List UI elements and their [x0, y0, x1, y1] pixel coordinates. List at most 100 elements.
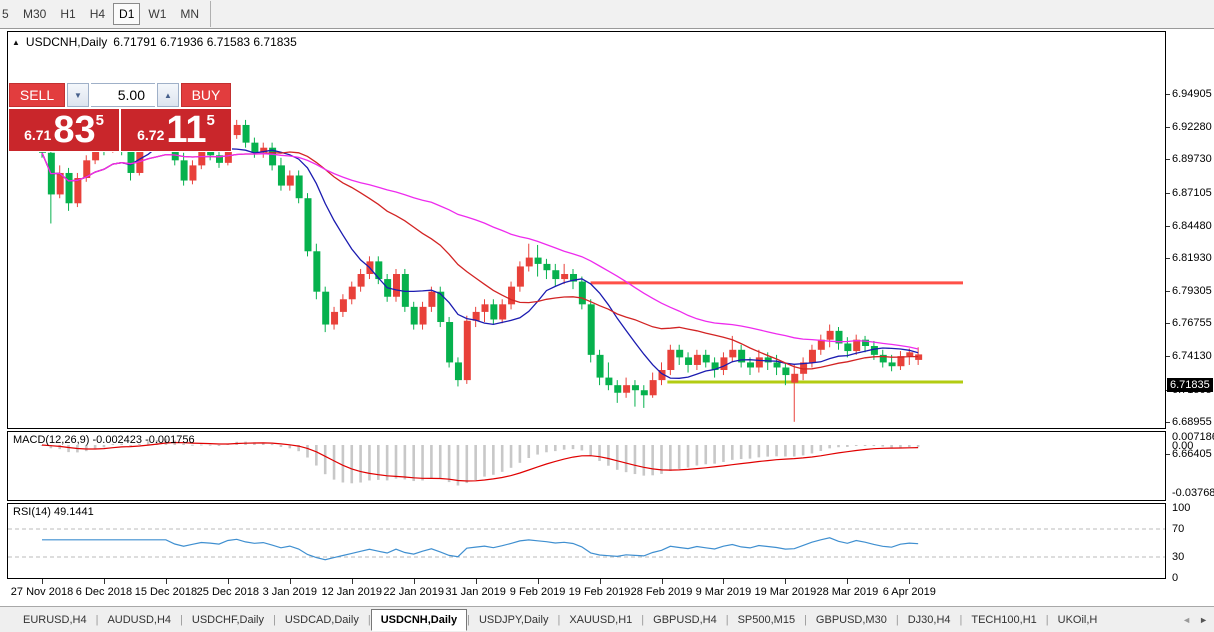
- candle-body: [313, 251, 320, 291]
- macd-indicator-panel[interactable]: MACD(12,26,9) -0.002423 -0.001756: [7, 431, 1166, 501]
- rsi-label: RSI(14) 49.1441: [13, 506, 94, 518]
- candle-body: [305, 198, 312, 251]
- chart-tab-tech100-h1[interactable]: TECH100,H1: [962, 610, 1045, 630]
- buy-price-button[interactable]: 6.72 11 5: [121, 109, 231, 151]
- chart-tab-usdjpy-daily[interactable]: USDJPY,Daily: [470, 610, 558, 630]
- date-axis-label: 15 Dec 2018: [135, 586, 197, 598]
- candle-body: [597, 355, 604, 378]
- price-axis-tick: [1166, 159, 1170, 160]
- buy-price-figure: 6.72: [137, 127, 164, 143]
- candle-body: [809, 350, 816, 363]
- date-axis-tick: [228, 579, 229, 584]
- macd-histogram-bar: [811, 445, 814, 453]
- date-axis-label: 19 Mar 2019: [755, 586, 817, 598]
- macd-histogram-bar: [545, 445, 548, 452]
- date-axis-tick: [476, 579, 477, 584]
- macd-histogram-bar: [881, 445, 884, 447]
- macd-histogram-bar: [333, 445, 336, 480]
- macd-histogram-bar: [439, 445, 442, 479]
- mt4-application-window: 5M30H1H4D1W1MN ▲ USDCNH,Daily 6.71791 6.…: [0, 0, 1214, 632]
- date-axis-tick: [104, 579, 105, 584]
- macd-histogram-bar: [802, 445, 805, 455]
- buy-price-pips: 11: [166, 111, 206, 149]
- candle-body: [791, 374, 798, 383]
- candle-body: [871, 346, 878, 355]
- period-button-H1[interactable]: H1: [54, 3, 81, 25]
- macd-histogram-bar: [430, 445, 433, 479]
- macd-histogram-bar: [536, 445, 539, 455]
- date-axis-label: 19 Feb 2019: [569, 586, 631, 598]
- price-axis-value: 6.76755: [1172, 317, 1212, 329]
- candle-body: [694, 355, 701, 365]
- sell-price-figure: 6.71: [24, 127, 51, 143]
- macd-axis-value: 0.00: [1172, 440, 1193, 452]
- macd-histogram-bar: [625, 445, 628, 472]
- candle-body: [411, 307, 418, 325]
- macd-histogram-bar: [395, 445, 398, 479]
- chart-symbol-label: USDCNH,Daily: [26, 35, 107, 49]
- candle-body: [198, 150, 205, 165]
- period-button-M30[interactable]: M30: [17, 3, 52, 25]
- volume-decrease-button[interactable]: ▼: [67, 83, 89, 107]
- toolbar-separator: [210, 1, 211, 27]
- chart-tab-usdcad-daily[interactable]: USDCAD,Daily: [276, 610, 368, 630]
- macd-histogram-bar: [350, 445, 353, 483]
- volume-input[interactable]: 5.00: [91, 83, 155, 107]
- macd-histogram-bar: [616, 445, 619, 470]
- macd-histogram-bar: [342, 445, 345, 482]
- macd-histogram-bar: [67, 445, 70, 452]
- chart-tab-dj30-h4[interactable]: DJ30,H4: [899, 610, 960, 630]
- tab-scroll-controls: ◄ ►: [1182, 615, 1214, 625]
- candle-body: [296, 175, 303, 198]
- candle-body: [243, 125, 250, 143]
- sell-price-button[interactable]: 6.71 83 5: [9, 109, 119, 151]
- period-button-H4[interactable]: H4: [84, 3, 111, 25]
- date-axis-label: 9 Feb 2019: [510, 586, 566, 598]
- macd-histogram-bar: [634, 445, 637, 474]
- date-axis-tick: [414, 579, 415, 584]
- candle-body: [614, 385, 621, 393]
- macd-histogram-bar: [474, 445, 477, 480]
- scroll-tabs-left-icon[interactable]: ◄: [1182, 615, 1191, 625]
- volume-increase-button[interactable]: ▲: [157, 83, 179, 107]
- chart-tab-sp500-m15[interactable]: SP500,M15: [729, 610, 804, 630]
- macd-histogram-bar: [280, 445, 283, 447]
- chart-tab-gbpusd-m30[interactable]: GBPUSD,M30: [807, 610, 896, 630]
- rsi-indicator-panel[interactable]: RSI(14) 49.1441: [7, 503, 1166, 579]
- price-axis-tick: [1166, 356, 1170, 357]
- price-axis-tick: [1166, 94, 1170, 95]
- period-button-D1[interactable]: D1: [113, 3, 140, 25]
- period-button-5[interactable]: 5: [1, 3, 15, 25]
- chart-tab-audusd-h4[interactable]: AUDUSD,H4: [98, 610, 180, 630]
- buy-button[interactable]: BUY: [181, 83, 231, 107]
- price-axis-value: 6.92280: [1172, 121, 1212, 133]
- macd-histogram-bar: [218, 445, 221, 446]
- candle-body: [889, 362, 896, 366]
- candle-body: [579, 282, 586, 305]
- candle-body: [287, 175, 294, 185]
- chart-tab-ukoil-h[interactable]: UKOil,H: [1049, 610, 1107, 630]
- date-axis-tick: [352, 579, 353, 584]
- date-axis-tick: [847, 579, 848, 584]
- scroll-tabs-right-icon[interactable]: ►: [1199, 615, 1208, 625]
- candle-body: [189, 165, 196, 180]
- chart-tab-xauusd-h1[interactable]: XAUUSD,H1: [560, 610, 641, 630]
- candle-body: [499, 304, 506, 319]
- period-button-MN[interactable]: MN: [174, 3, 205, 25]
- chart-ohlc-header: ▲ USDCNH,Daily 6.71791 6.71936 6.71583 6…: [12, 35, 297, 49]
- candle-body: [446, 322, 453, 362]
- chart-tab-eurusd-h4[interactable]: EURUSD,H4: [14, 610, 96, 630]
- macd-histogram-bar: [704, 445, 707, 464]
- date-axis-label: 27 Nov 2018: [11, 586, 73, 598]
- candle-body: [358, 274, 365, 287]
- chart-tab-usdchf-daily[interactable]: USDCHF,Daily: [183, 610, 273, 630]
- chart-tab-usdcnh-daily[interactable]: USDCNH,Daily: [371, 609, 467, 631]
- collapse-trade-panel-icon[interactable]: ▲: [12, 38, 20, 47]
- chevron-down-icon: ▼: [74, 91, 82, 100]
- chart-tab-gbpusd-h4[interactable]: GBPUSD,H4: [644, 610, 726, 630]
- sell-button[interactable]: SELL: [9, 83, 65, 107]
- date-axis[interactable]: 27 Nov 20186 Dec 201815 Dec 201825 Dec 2…: [7, 579, 1166, 605]
- chart-tab-bar: EURUSD,H4|AUDUSD,H4|USDCHF,Daily|USDCAD,…: [0, 606, 1214, 632]
- period-button-W1[interactable]: W1: [142, 3, 172, 25]
- macd-histogram-bar: [368, 445, 371, 480]
